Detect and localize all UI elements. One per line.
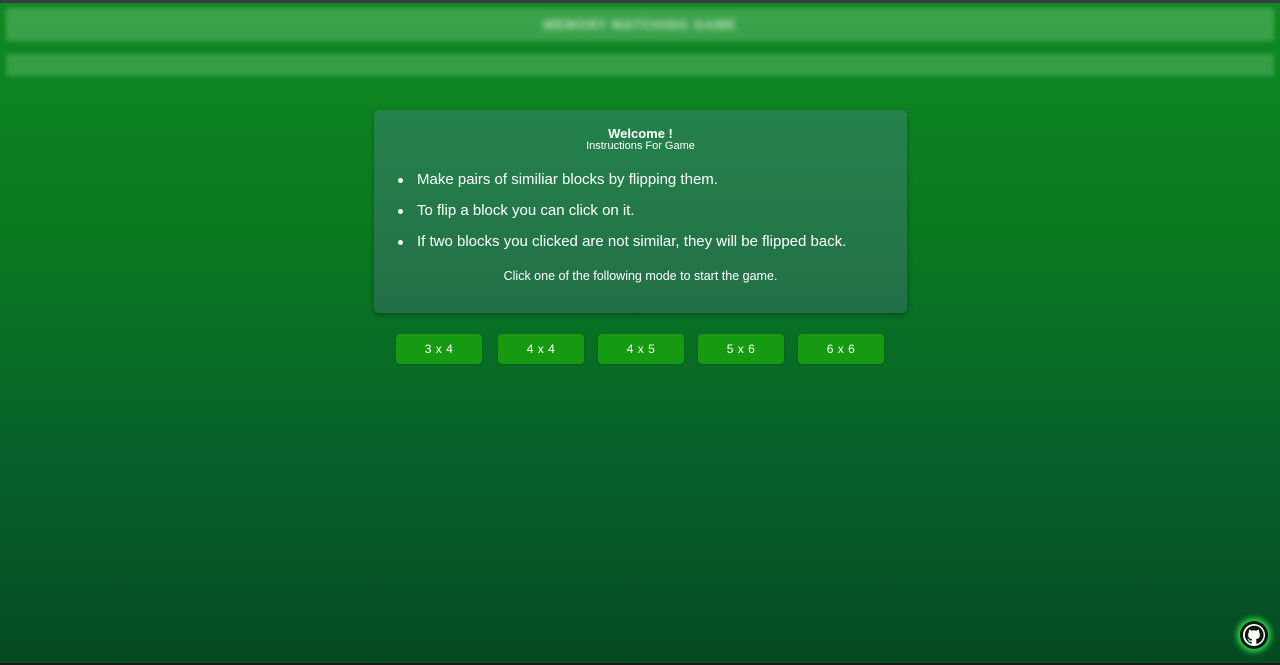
panel-subtitle: Instructions For Game <box>586 140 695 152</box>
mode-4x5-button[interactable]: 4 x 5 <box>598 334 684 364</box>
window-top-edge <box>0 0 1280 3</box>
mode-6x6-button[interactable]: 6 x 6 <box>798 334 884 364</box>
mode-5x6-button[interactable]: 5 x 6 <box>698 334 784 364</box>
sub-header-bar <box>6 54 1274 76</box>
panel-title: Welcome ! <box>608 126 673 141</box>
rule-item: To flip a block you can click on it. <box>397 202 846 233</box>
github-link[interactable] <box>1240 621 1268 649</box>
instructions-panel: Welcome ! Instructions For Game Make pai… <box>374 110 907 313</box>
mode-4x4-button[interactable]: 4 x 4 <box>498 334 584 364</box>
github-icon <box>1243 624 1265 646</box>
header-bar: MEMORY MATCHING GAME <box>6 8 1274 41</box>
panel-footer-text: Click one of the following mode to start… <box>503 269 778 283</box>
mode-3x4-button[interactable]: 3 x 4 <box>396 334 482 364</box>
game-title: MEMORY MATCHING GAME <box>543 17 737 32</box>
rule-item: Make pairs of similiar blocks by flippin… <box>397 171 846 202</box>
rules-list: Make pairs of similiar blocks by flippin… <box>397 171 846 264</box>
rule-item: If two blocks you clicked are not simila… <box>397 233 846 264</box>
